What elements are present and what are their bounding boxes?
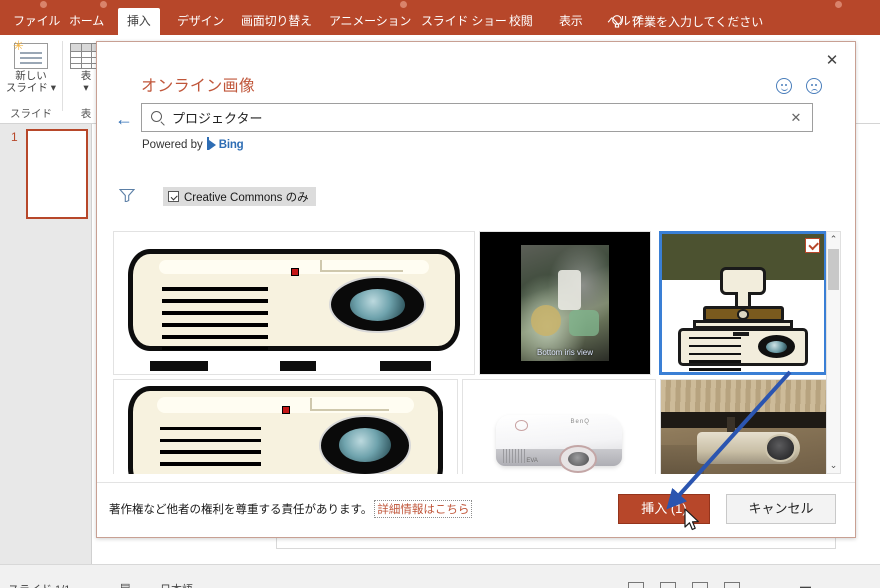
clear-search-icon[interactable]: ✕ [787,109,805,127]
dialog-footer: 著作権など他者の権利を尊重する責任があります。 詳細情報はこちら 挿入 (1) キ… [97,482,855,537]
status-notes-icon[interactable]: ▤ [120,581,130,588]
search-input[interactable]: プロジェクター [172,109,262,128]
result-projector-white[interactable]: BenQ EVA [462,379,656,474]
status-language[interactable]: 日本語 [160,581,193,588]
filter-icon[interactable] [118,188,136,203]
insert-button[interactable]: 挿入 (1) [618,494,710,524]
learn-more-link[interactable]: 詳細情報はこちら [374,500,473,518]
ribbon-group-label-slides: スライド [10,108,52,120]
lightbulb-icon [610,14,624,29]
ribbon-tab-animations[interactable]: アニメーション [320,8,420,35]
copyright-notice: 著作権など他者の権利を尊重する責任があります。 [109,504,373,516]
view-normal-icon[interactable] [628,582,644,588]
back-arrow-icon[interactable]: ← [113,108,135,130]
online-pictures-dialog: ✕ オンライン画像 ← プロジェクター ✕ Powered by Bing Cre… [96,41,856,538]
bing-brand-label: Bing [218,139,244,151]
thumbnail-image: BenQ EVA [463,380,655,474]
new-slide-label-line1: 新しい [15,70,47,82]
status-slide-indicator: スライド 1/1 [8,581,70,588]
thumbnail-image: Bottom iris view [480,232,650,374]
result-projector-illustration[interactable] [659,231,827,375]
search-icon [151,111,162,122]
dialog-title: オンライン画像 [141,78,256,95]
qat-undo-icon[interactable] [100,1,107,8]
new-slide-label-line2: スライド ▾ [5,81,57,94]
view-slideshow-icon[interactable] [724,582,740,588]
tell-me-input[interactable]: 作業を入力してください [632,13,763,30]
ribbon-tab-home[interactable]: ホーム [60,8,113,35]
result-projector-ceiling[interactable] [660,379,827,474]
new-slide-icon: ✳ [13,39,48,69]
powered-by-label: Powered by [142,139,203,151]
result-projector-cream-1[interactable] [113,231,475,375]
selected-checkmark-icon [805,238,820,253]
checkbox-icon [168,191,179,202]
sad-face-icon[interactable] [806,78,823,95]
ribbon-tab-review[interactable]: 校閲 [500,8,542,35]
qat-generic-icon[interactable] [400,1,407,8]
window-title-bar [0,0,880,8]
status-bar: スライド 1/1 ▤ 日本語 ▬ [0,564,880,588]
sparkle-icon: ✳ [13,38,24,53]
powered-by-bing: Powered by Bing [142,137,244,151]
scroll-down-icon[interactable]: ⌄ [827,458,840,473]
result-projector-cream-2[interactable] [113,379,458,474]
creative-commons-filter-checkbox[interactable]: Creative Commons のみ [163,187,316,206]
results-scrollbar[interactable]: ⌃ ⌄ [826,231,841,474]
ribbon-tab-bar: ファイル ホーム 挿入 デザイン 画面切り替え アニメーション スライド ショー… [0,8,880,35]
slide-number-label: 1 [11,130,18,144]
view-sorter-icon[interactable] [660,582,676,588]
ribbon-tab-design[interactable]: デザイン [168,8,233,35]
search-box[interactable]: プロジェクター ✕ [141,103,813,132]
happy-face-icon[interactable] [776,78,793,95]
new-slide-button[interactable]: ✳ 新しい スライド ▾ [4,39,58,94]
thumbnail-image [114,380,457,474]
ribbon-tab-transitions[interactable]: 画面切り替え [232,8,321,35]
bing-logo-icon [206,137,217,150]
image-results-grid[interactable]: Bottom iris view BenQ EVA [113,231,841,474]
cancel-button[interactable]: キャンセル [726,494,836,524]
scrollbar-thumb[interactable] [828,249,839,290]
result-iris-photo[interactable]: Bottom iris view [479,231,651,375]
ribbon-tab-view[interactable]: 表示 [550,8,592,35]
scroll-up-icon[interactable]: ⌃ [827,232,840,247]
view-reading-icon[interactable] [692,582,708,588]
close-icon[interactable]: ✕ [821,50,843,72]
slide-thumbnail-pane[interactable]: 1 [0,124,92,564]
ribbon-group-slides: ✳ 新しい スライド ▾ スライド [0,35,62,123]
zoom-slider[interactable]: ▬ [800,581,811,588]
powerpoint-window: ファイル ホーム 挿入 デザイン 画面切り替え アニメーション スライド ショー… [0,0,880,588]
thumbnail-image [662,234,824,372]
copyright-notice-row: 著作権など他者の権利を尊重する責任があります。 詳細情報はこちら [109,500,473,518]
slide-thumbnail-1[interactable] [26,129,88,219]
thumbnail-image [114,232,474,374]
thumbnail-caption: Bottom iris view [536,347,593,357]
qat-save-icon[interactable] [40,1,47,8]
thumbnail-image [661,380,826,474]
account-avatar[interactable] [835,1,842,8]
creative-commons-filter-label: Creative Commons のみ [184,191,309,204]
ribbon-tab-insert[interactable]: 挿入 [118,8,160,35]
